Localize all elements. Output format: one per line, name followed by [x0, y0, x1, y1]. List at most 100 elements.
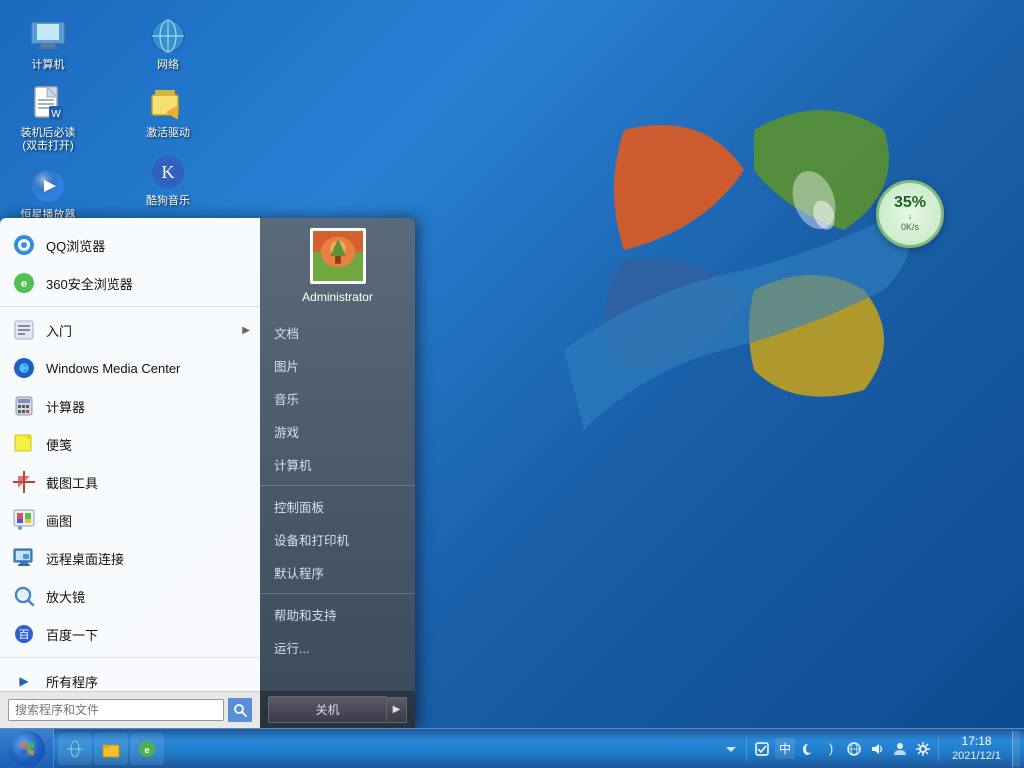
user-name: Administrator [302, 290, 373, 304]
tray-separator-2 [938, 737, 939, 761]
windows-logo [544, 50, 964, 480]
right-divider-2 [260, 593, 415, 594]
tray-moon-icon[interactable] [798, 739, 818, 759]
all-programs-icon: ▶ [10, 667, 38, 691]
qq-browser-icon [10, 231, 38, 259]
start-item-magnifier[interactable]: 放大镜 [0, 577, 260, 615]
tray-volume-icon[interactable] [867, 739, 887, 759]
start-item-all-programs[interactable]: ▶ 所有程序 [0, 662, 260, 691]
start-item-baidu[interactable]: 百 百度一下 [0, 615, 260, 653]
tray-user-icon[interactable] [890, 739, 910, 759]
bracket-icon: ) [823, 741, 839, 757]
explorer-taskbar-icon [102, 740, 120, 758]
tray-separator [746, 737, 747, 761]
snipping-icon [10, 468, 38, 496]
360-browser-label: 360安全浏览器 [46, 274, 133, 293]
sticky-notes-icon [10, 430, 38, 458]
right-item-default-programs[interactable]: 默认程序 [260, 556, 415, 589]
desktop-icon-activate[interactable]: 激活驱动 [130, 78, 206, 146]
tray-settings-icon[interactable] [913, 739, 933, 759]
start-item-paint[interactable]: 画图 [0, 501, 260, 539]
right-item-control-panel[interactable]: 控制面板 [260, 490, 415, 523]
search-button[interactable] [228, 698, 252, 722]
network-tray-icon [846, 741, 862, 757]
control-panel-label: 控制面板 [274, 497, 324, 516]
start-menu-items: QQ浏览器 e 360安全浏览器 入门 ▶ [0, 218, 260, 691]
shutdown-bar: 关机 ▶ [260, 691, 415, 728]
start-item-sticky-notes[interactable]: 便笺 [0, 425, 260, 463]
start-item-remote-desktop[interactable]: 远程桌面连接 [0, 539, 260, 577]
right-item-documents[interactable]: 文档 [260, 316, 415, 349]
start-item-qq-browser[interactable]: QQ浏览器 [0, 226, 260, 264]
right-item-computer[interactable]: 计算机 [260, 448, 415, 481]
tray-network-icon[interactable] [844, 739, 864, 759]
show-hidden-icons[interactable] [721, 739, 741, 759]
computer-icon [28, 16, 68, 56]
taskbar-apps: e [54, 729, 717, 768]
clock-area[interactable]: 17:18 2021/12/1 [944, 734, 1009, 764]
volume-icon [869, 741, 885, 757]
net-percent: 35% [894, 195, 926, 211]
calculator-label: 计算器 [46, 397, 85, 416]
network-speed-widget[interactable]: 35% ↓ 0K/s [876, 180, 944, 248]
desktop-icon-network[interactable]: 网络 [130, 10, 206, 78]
intro-label: 入门 [46, 321, 72, 340]
taskbar-explorer[interactable] [94, 733, 128, 765]
360-browser-icon: e [10, 269, 38, 297]
svg-text:e: e [144, 745, 149, 755]
avatar-image [313, 230, 363, 282]
start-button[interactable] [0, 729, 54, 768]
shutdown-arrow-button[interactable]: ▶ [387, 697, 407, 723]
right-computer-label: 计算机 [274, 455, 312, 474]
paint-icon [10, 506, 38, 534]
svg-text:e: e [21, 278, 27, 290]
right-item-music[interactable]: 音乐 [260, 382, 415, 415]
start-search-bar [0, 691, 260, 728]
taskbar-ie2[interactable]: e [130, 733, 164, 765]
intro-arrow: ▶ [242, 325, 250, 336]
baidu-label: 百度一下 [46, 625, 98, 644]
desktop-icon-install-guide[interactable]: W 装机后必读(双击打开) [10, 78, 86, 159]
ie-taskbar-icon [66, 740, 84, 758]
windows-orb-icon [16, 738, 38, 760]
clock-time: 17:18 [962, 734, 992, 750]
tray-bracket-icon[interactable]: ) [821, 739, 841, 759]
clock-date: 2021/12/1 [952, 749, 1001, 763]
gear-icon [915, 741, 931, 757]
tray-icon-1[interactable] [752, 739, 772, 759]
calculator-icon [10, 392, 38, 420]
help-label: 帮助和支持 [274, 605, 337, 624]
start-item-snipping[interactable]: 截图工具 [0, 463, 260, 501]
right-item-pictures[interactable]: 图片 [260, 349, 415, 382]
right-item-games[interactable]: 游戏 [260, 415, 415, 448]
show-desktop-button[interactable] [1012, 731, 1020, 767]
intro-icon [10, 316, 38, 344]
shutdown-button[interactable]: 关机 [268, 696, 387, 723]
taskbar-ie[interactable] [58, 733, 92, 765]
right-item-run[interactable]: 运行... [260, 631, 415, 664]
start-item-360-browser[interactable]: e 360安全浏览器 [0, 264, 260, 302]
start-menu-left-panel: QQ浏览器 e 360安全浏览器 入门 ▶ [0, 218, 260, 728]
paint-label: 画图 [46, 511, 72, 530]
network-icon [148, 16, 188, 56]
desktop-icon-computer[interactable]: 计算机 [10, 10, 86, 78]
user-icon [892, 741, 908, 757]
media-player-icon [28, 166, 68, 206]
user-avatar[interactable] [310, 228, 366, 284]
right-item-devices[interactable]: 设备和打印机 [260, 523, 415, 556]
start-item-calculator[interactable]: 计算器 [0, 387, 260, 425]
right-divider-1 [260, 485, 415, 486]
search-input[interactable] [8, 699, 224, 721]
desktop: 35% ↓ 0K/s 计算机 W 装机后必读(双击打开) 恒星播放器 [0, 0, 1024, 768]
desktop-icon-qqmusic[interactable]: K 酷狗音乐 [130, 146, 206, 214]
language-indicator[interactable]: 中 [775, 738, 795, 759]
right-item-help[interactable]: 帮助和支持 [260, 598, 415, 631]
magnifier-label: 放大镜 [46, 587, 85, 606]
right-menu-items: 文档 图片 音乐 游戏 计算机 控制面板 设备 [260, 316, 415, 664]
baidu-icon: 百 [10, 620, 38, 648]
start-item-wmc[interactable]: Windows Media Center [0, 349, 260, 387]
install-guide-icon: W [28, 84, 68, 124]
run-label: 运行... [274, 638, 309, 657]
all-programs-label: 所有程序 [46, 672, 98, 691]
start-item-intro[interactable]: 入门 ▶ [0, 311, 260, 349]
